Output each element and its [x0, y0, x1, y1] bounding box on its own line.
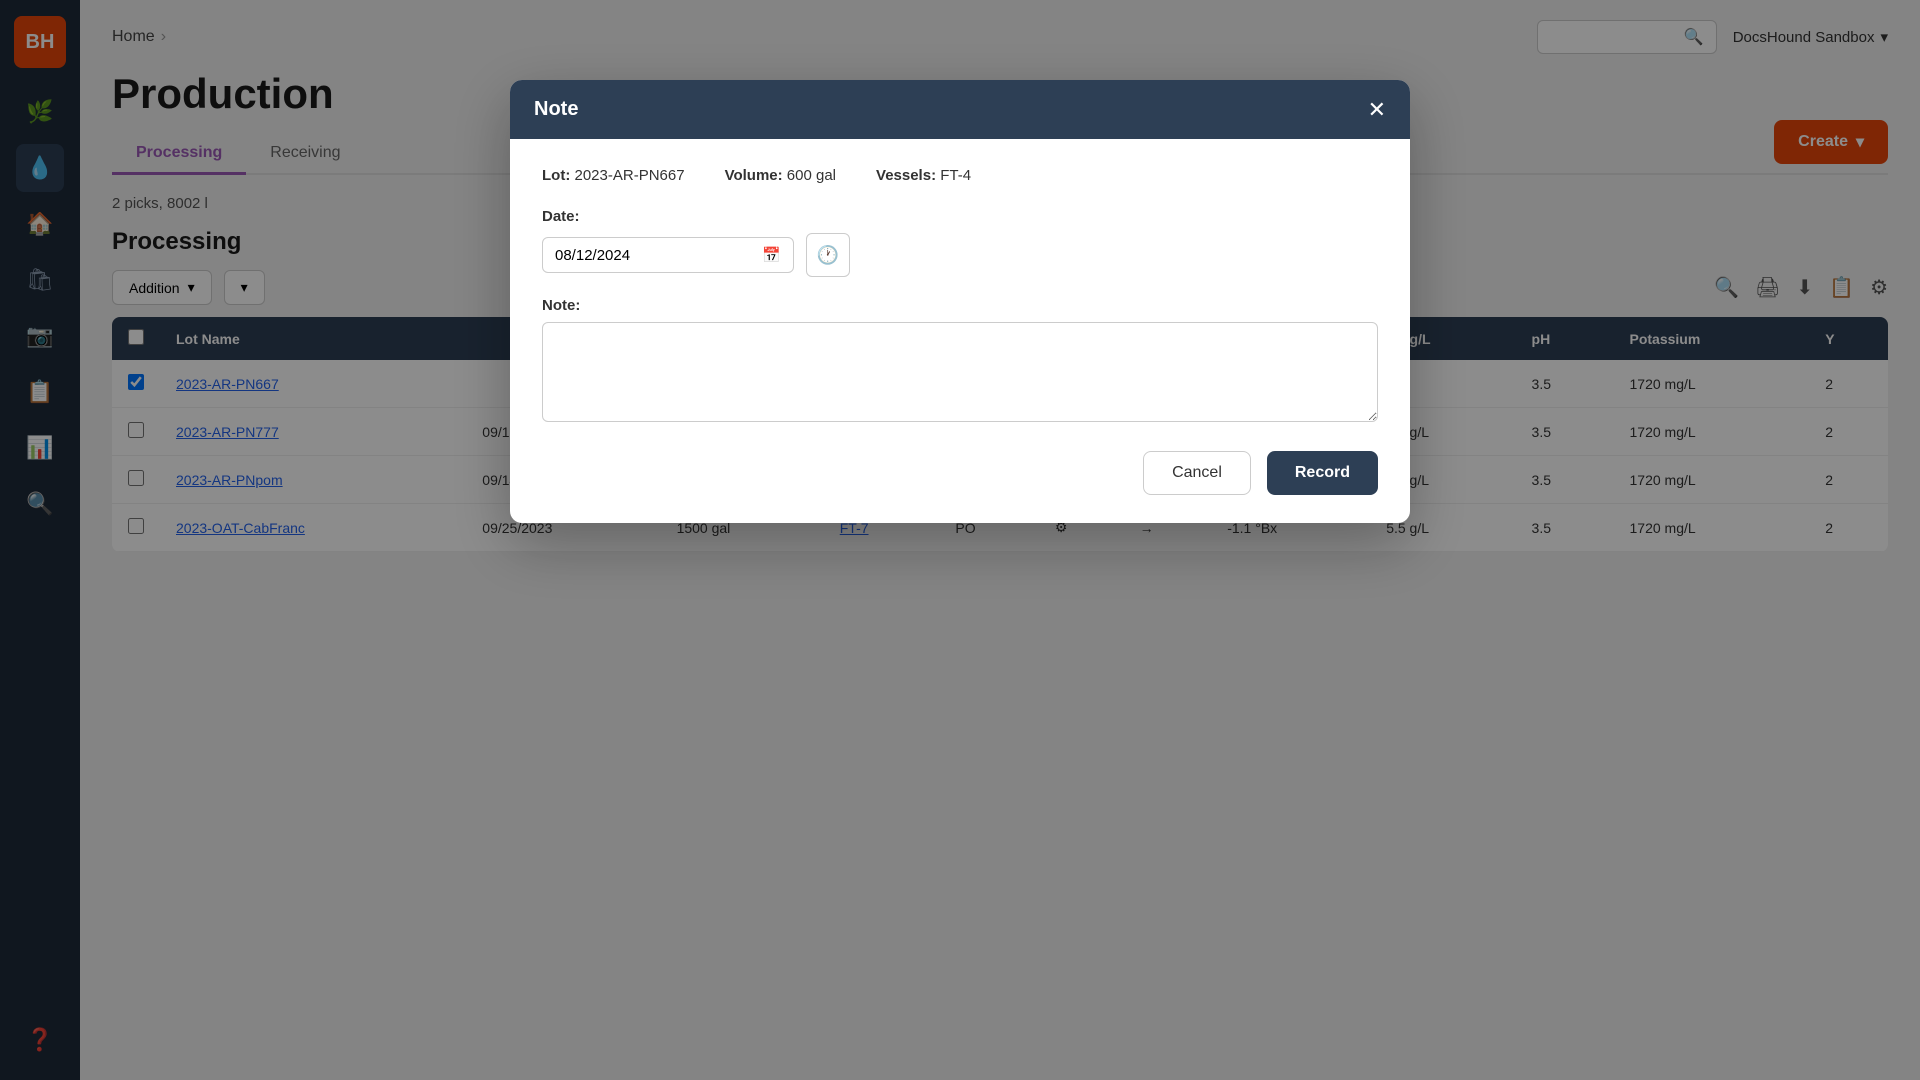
modal: Note ✕ Lot: 2023-AR-PN667 Volume: 600 ga… [510, 80, 1410, 523]
modal-vessels: Vessels: FT-4 [876, 167, 971, 184]
vessels-label: Vessels: [876, 167, 936, 184]
date-input-wrapper[interactable]: 08/12/2024 📅 [542, 237, 794, 273]
lot-label: Lot: [542, 167, 570, 184]
volume-label: Volume: [725, 167, 783, 184]
date-input[interactable]: 08/12/2024 [555, 247, 754, 264]
modal-header: Note ✕ [510, 80, 1410, 139]
modal-close-button[interactable]: ✕ [1368, 99, 1386, 121]
volume-value: 600 gal [787, 167, 836, 184]
modal-date-row: 08/12/2024 📅 🕐 [542, 233, 1378, 277]
calendar-icon: 📅 [762, 246, 781, 264]
date-field-label: Date: [542, 208, 1378, 225]
clock-icon: 🕐 [816, 245, 838, 266]
modal-volume: Volume: 600 gal [725, 167, 836, 184]
time-button[interactable]: 🕐 [806, 233, 850, 277]
modal-footer: Cancel Record [510, 451, 1410, 523]
modal-info-row: Lot: 2023-AR-PN667 Volume: 600 gal Vesse… [542, 167, 1378, 184]
modal-title: Note [534, 98, 578, 121]
note-field-label: Note: [542, 297, 1378, 314]
modal-overlay: Note ✕ Lot: 2023-AR-PN667 Volume: 600 ga… [0, 0, 1920, 1080]
cancel-button[interactable]: Cancel [1143, 451, 1251, 495]
vessels-value: FT-4 [940, 167, 971, 184]
modal-lot: Lot: 2023-AR-PN667 [542, 167, 685, 184]
lot-value: 2023-AR-PN667 [575, 167, 685, 184]
note-textarea[interactable] [542, 322, 1378, 422]
record-button[interactable]: Record [1267, 451, 1378, 495]
modal-body: Lot: 2023-AR-PN667 Volume: 600 gal Vesse… [510, 139, 1410, 451]
